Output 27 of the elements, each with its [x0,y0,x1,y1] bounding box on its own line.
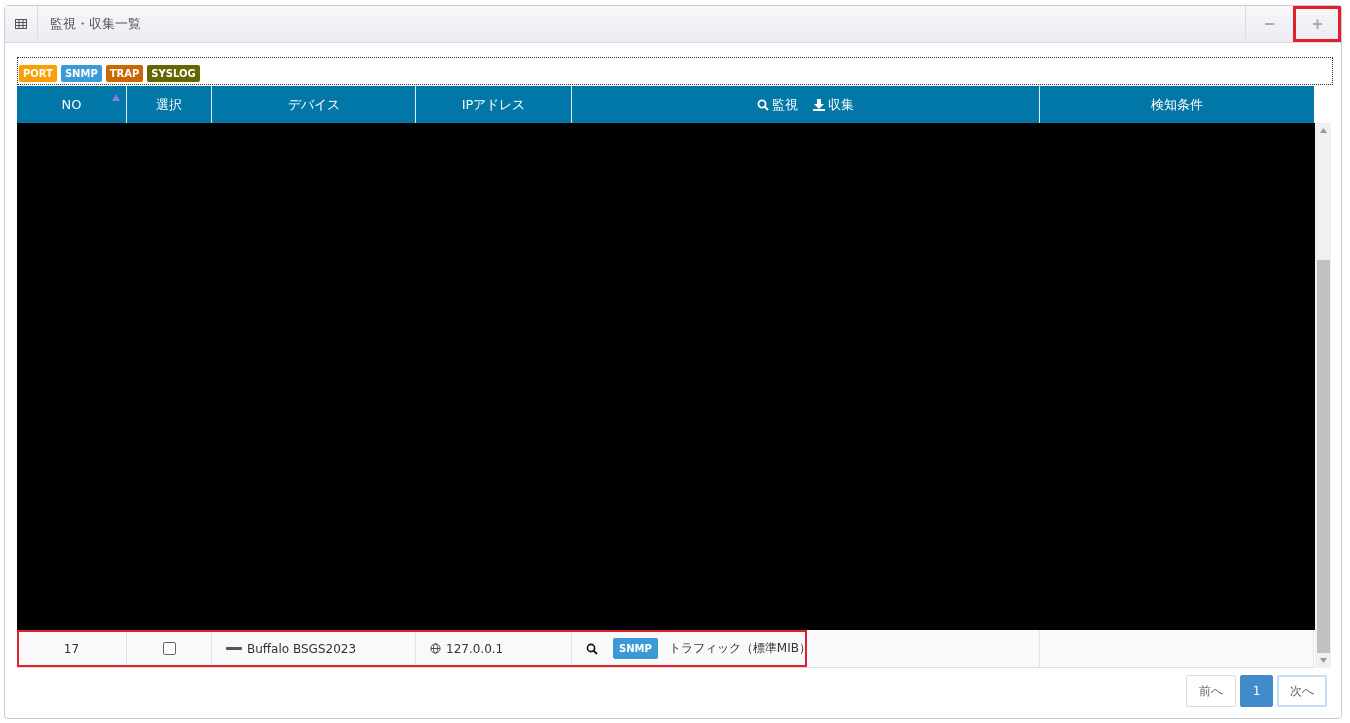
search-icon[interactable] [586,642,598,655]
scroll-down-icon[interactable] [1319,658,1327,663]
column-header-label: 収集 [828,95,854,114]
page-button[interactable]: 1 [1240,675,1273,707]
legend-tag: TRAP [105,65,144,82]
switch-icon [226,647,242,651]
device-name: Buffalo BSGS2023 [247,641,357,656]
next-button[interactable]: 次へ [1277,675,1327,707]
download-icon [813,98,825,111]
globe-icon [430,643,441,655]
search-icon [757,98,769,111]
legend-tag: PORT [19,65,57,82]
row-checkbox[interactable] [162,642,176,656]
ip-address: 127.0.0.1 [446,641,504,656]
table-cell: 17 [17,630,127,667]
column-header-label: 監視 [772,95,798,114]
legend-tag: SYSLOG [147,65,200,82]
monitor-description: トラフィック（標準MIB） [668,640,811,658]
scrollbar-thumb[interactable] [1316,260,1330,653]
panel-title: 監視・収集一覧 [50,15,141,33]
scrollbar[interactable] [1315,123,1331,668]
scroll-up-icon[interactable] [1319,128,1327,133]
column-header[interactable]: 検知条件 [1040,86,1314,123]
legend-tag: SNMP [60,65,102,82]
sort-ascending-icon[interactable] [112,94,120,101]
snmp-tag: SNMP [613,638,658,660]
prev-button[interactable]: 前へ [1186,675,1236,707]
